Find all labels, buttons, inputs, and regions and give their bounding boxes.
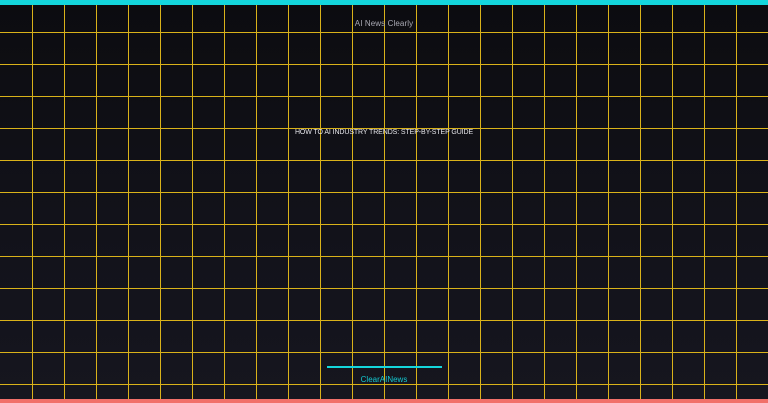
headline: HOW TO AI INDUSTRY TRENDS: STEP-BY-STEP … — [294, 129, 474, 136]
grid-background — [0, 5, 768, 399]
brand-bottom-label: ClearAINews — [360, 375, 408, 384]
bottom-accent-bar — [0, 399, 768, 403]
accent-underline — [327, 366, 442, 368]
brand-top-label: AI News Clearly — [354, 19, 414, 28]
cover-image: AI News Clearly HOW TO AI INDUSTRY TREND… — [0, 0, 768, 403]
